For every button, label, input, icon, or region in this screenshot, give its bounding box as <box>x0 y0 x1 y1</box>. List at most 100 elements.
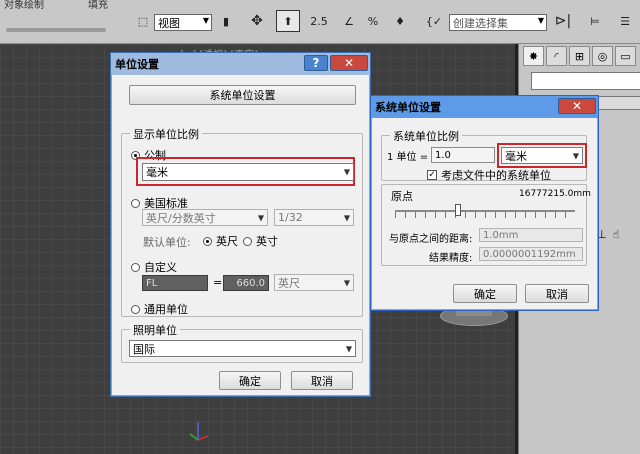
units-setup-title: 单位设置 <box>115 58 159 71</box>
axis-gizmo-icon <box>186 418 210 442</box>
chevron-down-icon: ▼ <box>537 16 544 25</box>
app-window: 对象绘制 填充 ⬚ 视图 ▼ ▮ ✥ ⬆ 2.5 ∠ % ♦ {✓ 创建选择集 … <box>0 0 640 454</box>
cancel-label: 取消 <box>311 374 333 388</box>
respect-system-units-label: 考虑文件中的系统单位 <box>441 169 551 182</box>
system-unit-setup-label: 系统单位设置 <box>209 89 276 102</box>
units-setup-titlebar[interactable]: 单位设置 ? ✕ <box>111 53 370 75</box>
system-unit-setup-titlebar[interactable]: 系统单位设置 ✕ <box>371 96 598 118</box>
generic-units-radio[interactable]: 通用单位 <box>131 301 188 317</box>
custom-name-input[interactable]: FL <box>142 275 208 291</box>
precision-input[interactable]: 0.0000001192mm <box>479 247 583 261</box>
ok-button[interactable]: 确定 <box>219 371 281 390</box>
ribbon-slider[interactable] <box>6 28 106 32</box>
feet-label: 英尺 <box>216 235 238 248</box>
chevron-down-icon: ▼ <box>345 344 352 353</box>
respect-system-units-checkbox[interactable]: ✓ 考虑文件中的系统单位 <box>427 167 551 183</box>
distance-input[interactable]: 1.0mm <box>479 228 583 242</box>
system-unit-scale-label: 系统单位比例 <box>390 128 462 144</box>
inch-radio[interactable]: 英寸 <box>243 233 278 249</box>
cancel-button[interactable]: 取消 <box>291 371 353 390</box>
main-toolbar: 对象绘制 填充 ⬚ 视图 ▼ ▮ ✥ ⬆ 2.5 ∠ % ♦ {✓ 创建选择集 … <box>0 0 640 44</box>
help-button[interactable]: ? <box>304 55 328 71</box>
inch-label: 英寸 <box>256 235 278 248</box>
custom-amount-value: 660.0 <box>236 277 265 289</box>
system-unit-setup-button[interactable]: 系统单位设置 <box>129 85 356 105</box>
hand-icon[interactable]: ☝ <box>613 228 620 241</box>
command-panel-field[interactable] <box>531 72 640 90</box>
radio-dot <box>131 304 140 314</box>
close-icon: ✕ <box>343 56 355 70</box>
custom-radio[interactable]: 自定义 <box>131 259 177 275</box>
ok-label: 确定 <box>239 374 261 388</box>
select-icon[interactable]: ⬚ <box>134 10 152 32</box>
reference-coordinate-value: 视图 <box>158 16 180 30</box>
precision-value: 0.0000001192mm <box>483 248 576 260</box>
keyboard-shortcut-icon[interactable]: ⬆ <box>276 10 300 32</box>
reference-coordinate-combo[interactable]: 视图 ▼ <box>154 14 212 31</box>
ok-label: 确定 <box>474 287 496 301</box>
layer-icon[interactable]: ☰ <box>614 10 636 32</box>
origin-slider-thumb[interactable] <box>455 204 461 216</box>
chevron-down-icon: ▼ <box>343 213 350 222</box>
percent-snap-label: % <box>367 14 379 28</box>
pivot-icon[interactable]: ▮ <box>216 10 236 32</box>
custom-label: 自定义 <box>144 261 177 274</box>
generic-units-label: 通用单位 <box>144 303 188 316</box>
mirror-icon[interactable]: ⊳| <box>552 10 574 32</box>
ok-button[interactable]: 确定 <box>453 284 517 303</box>
move-icon[interactable]: ✥ <box>246 10 268 32</box>
spinner-snap-icon[interactable]: ♦ <box>390 10 410 32</box>
us-unit-value: 英尺/分数英寸 <box>146 211 216 225</box>
lighting-units-label: 照明单位 <box>130 322 180 338</box>
named-selection-combo[interactable]: 创建选择集 ▼ <box>449 14 547 31</box>
close-button[interactable]: ✕ <box>330 55 368 71</box>
check-icon: ✓ <box>427 170 437 180</box>
angle-snap-icon[interactable]: ∠ <box>338 10 360 32</box>
command-panel-iconrow: ⊥ ☝ <box>597 228 619 241</box>
chevron-down-icon: ▼ <box>257 213 264 222</box>
chevron-down-icon: ▼ <box>202 16 209 25</box>
create-tab-icon[interactable]: ✸ <box>523 46 544 66</box>
close-icon: ✕ <box>571 99 583 113</box>
cancel-label: 取消 <box>546 287 568 301</box>
metric-unit-combo[interactable]: 毫米 ▼ <box>142 163 354 181</box>
lighting-units-combo[interactable]: 国际 ▼ <box>129 340 356 357</box>
close-button[interactable]: ✕ <box>558 98 596 114</box>
precision-label: 结果精度: <box>429 253 473 264</box>
system-unit-combo[interactable]: 毫米 ▼ <box>501 147 583 164</box>
custom-unit-value: 英尺 <box>278 276 300 290</box>
edit-named-selection-icon[interactable]: {✓ <box>422 10 446 32</box>
scale-input[interactable]: 1.0 <box>431 147 495 163</box>
system-unit-setup-title: 系统单位设置 <box>375 101 441 114</box>
system-unit-setup-dialog: 系统单位设置 ✕ 系统单位比例 1 单位 = 1.0 毫米 ▼ ✓ 考虑文件中的… <box>370 95 599 311</box>
feet-radio[interactable]: 英尺 <box>203 233 238 249</box>
chevron-down-icon: ▼ <box>572 151 579 160</box>
custom-unit-combo[interactable]: 英尺 ▼ <box>274 274 354 291</box>
equals-label: = <box>213 276 223 289</box>
radio-dot <box>131 262 140 272</box>
us-fraction-combo[interactable]: 1/32 ▼ <box>274 209 354 226</box>
origin-value: 16777215.0mm <box>519 189 591 199</box>
us-fraction-value: 1/32 <box>278 211 303 224</box>
motion-tab-icon[interactable]: ◎ <box>592 46 613 66</box>
hierarchy-tab-icon[interactable]: ⊞ <box>569 46 590 66</box>
origin-label: 原点 <box>391 190 413 203</box>
toolbar-header-label: 对象绘制 <box>4 0 44 11</box>
custom-name-value: FL <box>146 277 158 289</box>
percent-snap-icon[interactable]: % <box>362 10 384 32</box>
units-setup-dialog: 单位设置 ? ✕ 系统单位设置 显示单位比例 公制 毫米 ▼ 美国标准 英尺/分… <box>110 52 371 397</box>
align-icon[interactable]: ⊨ <box>584 10 606 32</box>
scale-value: 1.0 <box>435 149 451 161</box>
display-tab-icon[interactable]: ▭ <box>615 46 636 66</box>
lighting-units-value: 国际 <box>133 342 155 356</box>
modify-tab-icon[interactable]: ◜ <box>546 46 567 66</box>
distance-value: 1.0mm <box>483 229 519 241</box>
radio-dot <box>131 198 140 208</box>
us-unit-combo[interactable]: 英尺/分数英寸 ▼ <box>142 209 268 226</box>
command-panel-tabs: ✸ ◜ ⊞ ◎ ▭ <box>519 44 640 68</box>
snap-toggle-icon[interactable]: 2.5 <box>308 10 330 32</box>
origin-slider-ticks <box>395 212 575 218</box>
custom-amount-input[interactable]: 660.0 <box>223 275 269 291</box>
radio-dot <box>243 236 252 246</box>
cancel-button[interactable]: 取消 <box>525 284 589 303</box>
